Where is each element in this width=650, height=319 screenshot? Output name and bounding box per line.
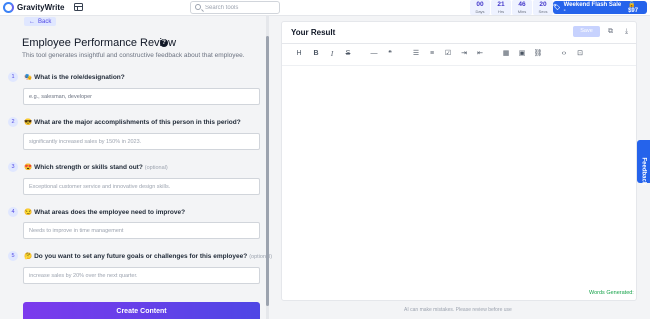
layout-toggle-icon[interactable]: [74, 3, 83, 11]
back-button[interactable]: ← Back: [24, 17, 57, 26]
improvement-areas-input[interactable]: [23, 222, 260, 239]
countdown-seconds: 20 Secs: [533, 0, 553, 15]
question-label: 🤔 Do you want to set any future goals or …: [24, 252, 272, 260]
question-emoji: 🤔: [24, 253, 33, 260]
outdent-icon[interactable]: ⇤: [475, 49, 485, 59]
italic-icon[interactable]: I: [327, 49, 337, 59]
countdown-unit: Secs: [538, 9, 548, 14]
countdown-unit: Hrs: [497, 9, 505, 14]
page-description: This tool generates insightful and const…: [22, 52, 245, 59]
editor-toolbar: H B I S — ❝ ☰ ≡ ☑ ⇥ ⇤ ▦ ▣ ⛓ ‹› ⊡: [290, 49, 630, 59]
heading-icon[interactable]: H: [294, 49, 304, 59]
countdown-days: 00 Days: [470, 0, 490, 15]
strikethrough-icon[interactable]: S: [343, 49, 353, 59]
words-generated: Words Generated:: [589, 290, 634, 296]
bold-icon[interactable]: B: [311, 49, 321, 59]
flash-sale-label: Weekend Flash Sale -: [563, 1, 622, 14]
code-block-icon[interactable]: ⊡: [575, 49, 585, 59]
copy-icon[interactable]: ⧉: [606, 27, 615, 36]
logo[interactable]: GravityWrite: [3, 2, 64, 13]
question-number: 5: [8, 251, 18, 261]
optional-tag: (optional): [144, 165, 168, 171]
countdown-hours: 21 Hrs: [491, 0, 511, 15]
accomplishments-input[interactable]: [23, 133, 260, 150]
question-text: Which strength or skills stand out?: [34, 164, 143, 171]
sale-countdown: 00 Days 21 Hrs 46 Mins 20 Secs: [470, 0, 554, 16]
price-value: $97: [628, 8, 639, 14]
flash-sale-price: 🔒 $97: [628, 2, 639, 14]
future-goals-input[interactable]: [23, 267, 260, 284]
role-input[interactable]: [23, 88, 260, 105]
back-label: Back: [38, 18, 52, 25]
bullet-list-icon[interactable]: ☰: [411, 49, 421, 59]
question-text: What is the role/designation?: [34, 74, 125, 81]
horizontal-rule-icon[interactable]: —: [369, 49, 379, 59]
help-icon[interactable]: ?: [160, 39, 168, 47]
countdown-value: 46: [518, 1, 526, 8]
countdown-unit: Mins: [517, 9, 527, 14]
brand-name: GravityWrite: [17, 3, 65, 12]
top-bar: GravityWrite 00 Days 21 Hrs 46 Mins 20 S…: [0, 0, 650, 16]
indent-icon[interactable]: ⇥: [459, 49, 469, 59]
question-emoji: 😎: [24, 119, 33, 126]
countdown-value: 21: [497, 1, 505, 8]
page-title: Employee Performance Review: [22, 37, 177, 49]
countdown-value: 00: [476, 1, 484, 8]
question-number: 1: [8, 72, 18, 82]
feedback-label: Feedback: [640, 157, 647, 186]
toolbar-divider: [282, 65, 636, 66]
table-icon[interactable]: ▦: [501, 49, 511, 59]
link-icon[interactable]: ⛓: [533, 49, 543, 59]
question-number: 3: [8, 162, 18, 172]
feedback-tab[interactable]: Feedback: [637, 140, 650, 186]
tag-icon: 🏷: [553, 5, 561, 11]
question-number: 2: [8, 117, 18, 127]
search-icon: [195, 4, 201, 10]
question-emoji: 😏: [24, 209, 33, 216]
countdown-minutes: 46 Mins: [512, 0, 532, 15]
save-button[interactable]: Save: [573, 26, 600, 37]
question-emoji: 😍: [24, 164, 33, 171]
result-title: Your Result: [291, 28, 336, 37]
flash-sale-button[interactable]: 🏷 Weekend Flash Sale - 🔒 $97: [553, 1, 647, 14]
create-content-button[interactable]: Create Content: [23, 302, 260, 319]
download-icon[interactable]: ⤓: [622, 27, 631, 36]
result-panel: Your Result Save ⧉ ⤓ H B I S — ❝ ☰ ≡ ☑ ⇥…: [281, 21, 637, 301]
blockquote-icon[interactable]: ❝: [385, 49, 395, 59]
question-number: 4: [8, 207, 18, 217]
optional-tag: (optional): [249, 254, 273, 260]
countdown-unit: Days: [475, 9, 485, 14]
question-label: 😏 What areas does the employee need to im…: [24, 208, 185, 216]
question-text: What areas does the employee need to imp…: [34, 209, 186, 216]
question-label: 🎭 What is the role/designation?: [24, 73, 125, 81]
task-list-icon[interactable]: ☑: [443, 49, 453, 59]
strengths-input[interactable]: [23, 178, 260, 195]
ordered-list-icon[interactable]: ≡: [427, 49, 437, 59]
image-icon[interactable]: ▣: [517, 49, 527, 59]
gravitywrite-logo-icon: [3, 2, 14, 13]
scrollbar-thumb[interactable]: [266, 36, 269, 306]
code-icon[interactable]: ‹›: [559, 49, 569, 59]
question-label: 😎 What are the major accomplishments of t…: [24, 118, 241, 126]
header-divider: [282, 43, 636, 44]
countdown-value: 20: [539, 1, 547, 8]
search-box[interactable]: [190, 1, 280, 14]
question-text: Do you want to set any future goals or c…: [34, 253, 248, 260]
question-text: What are the major accomplishments of th…: [34, 119, 241, 126]
ai-disclaimer: AI can make mistakes. Please review befo…: [404, 307, 512, 313]
search-input[interactable]: [205, 3, 277, 13]
question-emoji: 🎭: [24, 74, 33, 81]
question-label: 😍 Which strength or skills stand out? (opt…: [24, 163, 168, 171]
arrow-left-icon: ←: [29, 18, 35, 25]
